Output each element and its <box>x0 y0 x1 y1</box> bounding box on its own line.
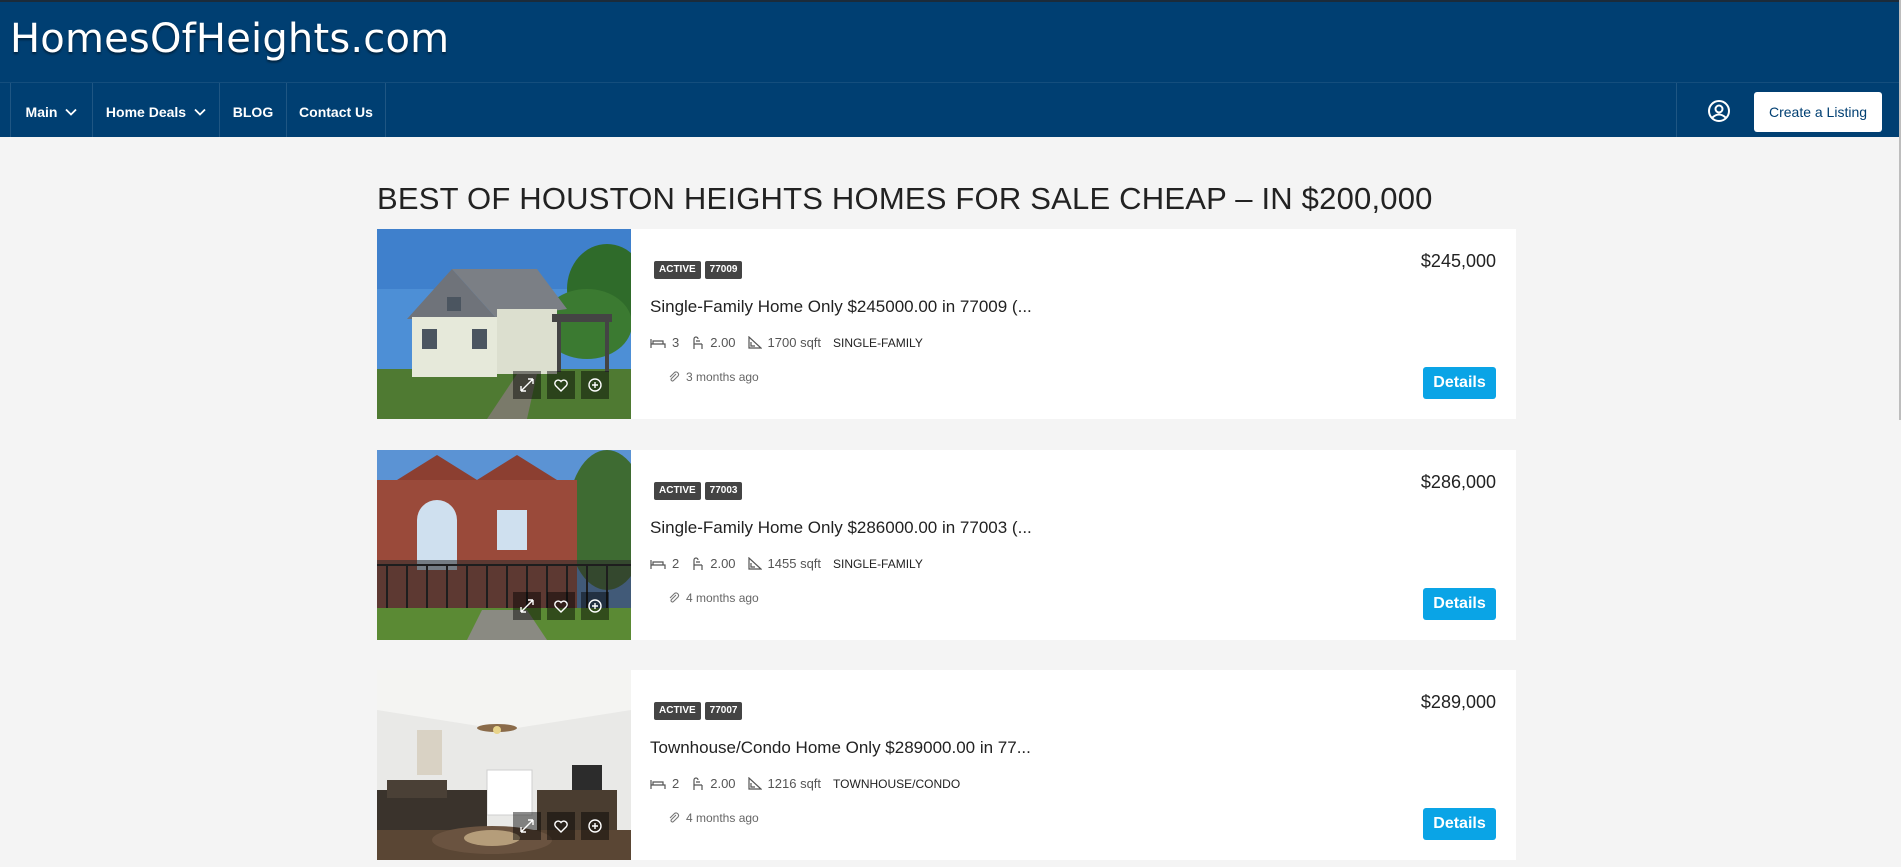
paperclip-icon <box>669 812 680 823</box>
zip-badge[interactable]: 77003 <box>704 482 743 500</box>
area-icon <box>747 557 762 570</box>
listing-title[interactable]: Single-Family Home Only $286000.00 in 77… <box>650 518 1032 538</box>
listing-badges: ACTIVE 77009 <box>654 261 743 279</box>
beds-value: 3 <box>672 335 680 350</box>
baths-spec: 2.00 <box>691 776 736 791</box>
status-badge: ACTIVE <box>654 261 701 279</box>
listing-specs: 2 2.00 1216 sqft TOWNHOUSE/CONDO <box>650 776 960 791</box>
nav-item-blog[interactable]: BLOG <box>220 83 287 140</box>
bed-icon <box>650 338 666 348</box>
baths-value: 2.00 <box>710 335 736 350</box>
area-spec: 1455 sqft <box>747 556 822 571</box>
heart-icon[interactable] <box>547 592 575 620</box>
baths-spec: 2.00 <box>691 556 736 571</box>
listing-badges: ACTIVE 77007 <box>654 702 743 720</box>
listing-card: ACTIVE 77003 Single-Family Home Only $28… <box>377 450 1516 640</box>
posted-time: 3 months ago <box>668 370 759 384</box>
baths-value: 2.00 <box>710 556 736 571</box>
listing-price: $286,000 <box>1420 472 1496 492</box>
user-circle-icon[interactable] <box>1705 97 1733 125</box>
listing-card: ACTIVE 77007 Townhouse/Condo Home Only $… <box>377 670 1516 860</box>
details-button[interactable]: Details <box>1423 588 1496 620</box>
property-type: TOWNHOUSE/CONDO <box>833 776 961 791</box>
photo-actions <box>513 371 609 399</box>
posted-time-text: 3 months ago <box>686 370 759 384</box>
expand-icon[interactable] <box>513 371 541 399</box>
bath-icon <box>693 776 703 790</box>
area-icon <box>747 777 762 790</box>
listing-photo[interactable] <box>377 670 631 860</box>
photo-actions <box>513 812 609 840</box>
area-value: 1455 sqft <box>767 556 822 571</box>
nav-divider <box>1676 83 1677 140</box>
area-spec: 1700 sqft <box>747 335 822 350</box>
baths-spec: 2.00 <box>691 335 736 350</box>
bed-icon <box>650 779 666 789</box>
listing-price: $245,000 <box>1420 251 1496 271</box>
bath-icon <box>693 335 703 349</box>
paperclip-icon <box>669 592 680 603</box>
zip-badge[interactable]: 77009 <box>704 261 743 279</box>
listing-badges: ACTIVE 77003 <box>654 482 743 500</box>
property-type: SINGLE-FAMILY <box>833 335 923 350</box>
plus-circle-icon[interactable] <box>581 592 609 620</box>
expand-icon[interactable] <box>513 812 541 840</box>
plus-circle-icon[interactable] <box>581 371 609 399</box>
paperclip-icon <box>669 371 680 382</box>
heart-icon[interactable] <box>547 371 575 399</box>
plus-circle-icon[interactable] <box>581 812 609 840</box>
area-spec: 1216 sqft <box>747 776 822 791</box>
baths-value: 2.00 <box>710 776 736 791</box>
bed-icon <box>650 559 666 569</box>
status-badge: ACTIVE <box>654 482 701 500</box>
nav-item-main[interactable]: Main <box>11 83 93 140</box>
property-type: SINGLE-FAMILY <box>833 556 923 571</box>
bath-icon <box>693 556 703 570</box>
listing-title[interactable]: Townhouse/Condo Home Only $289000.00 in … <box>650 738 1031 758</box>
page-title: BEST OF HOUSTON HEIGHTS HOMES FOR SALE C… <box>377 181 1433 216</box>
beds-spec: 2 <box>650 556 679 571</box>
photo-actions <box>513 592 609 620</box>
main-nav: Main Home Deals BLOG Contact Us <box>0 82 1901 140</box>
beds-spec: 3 <box>650 335 679 350</box>
zip-badge[interactable]: 77007 <box>704 702 743 720</box>
nav-item-home-deals[interactable]: Home Deals <box>93 83 220 140</box>
details-button[interactable]: Details <box>1423 367 1496 399</box>
listing-photo[interactable] <box>377 229 631 419</box>
chevron-down-icon <box>65 108 78 116</box>
nav-item-contact-us[interactable]: Contact Us <box>287 83 386 140</box>
beds-value: 2 <box>672 556 680 571</box>
area-icon <box>747 336 762 349</box>
posted-time: 4 months ago <box>668 811 759 825</box>
posted-time-text: 4 months ago <box>686 591 759 605</box>
area-value: 1216 sqft <box>767 776 822 791</box>
heart-icon[interactable] <box>547 812 575 840</box>
nav-item-home-deals-label: Home Deals <box>105 103 187 120</box>
status-badge: ACTIVE <box>654 702 701 720</box>
listing-price: $289,000 <box>1420 692 1496 712</box>
posted-time: 4 months ago <box>668 591 759 605</box>
expand-icon[interactable] <box>513 592 541 620</box>
nav-item-blog-label: BLOG <box>232 103 274 120</box>
beds-value: 2 <box>672 776 680 791</box>
nav-item-contact-us-label: Contact Us <box>299 103 373 120</box>
create-listing-button[interactable]: Create a Listing <box>1754 92 1882 132</box>
beds-spec: 2 <box>650 776 679 791</box>
listing-card: ACTIVE 77009 Single-Family Home Only $24… <box>377 229 1516 419</box>
listing-specs: 3 2.00 1700 sqft SINGLE-FAMILY <box>650 335 923 350</box>
site-logo[interactable]: HomesOfHeights.com <box>10 16 449 62</box>
listing-title[interactable]: Single-Family Home Only $245000.00 in 77… <box>650 297 1032 317</box>
site-header: HomesOfHeights.com Main Home Deals BLOG … <box>0 0 1901 140</box>
nav-item-main-label: Main <box>25 103 58 120</box>
details-button[interactable]: Details <box>1423 808 1496 840</box>
posted-time-text: 4 months ago <box>686 811 759 825</box>
listing-photo[interactable] <box>377 450 631 640</box>
area-value: 1700 sqft <box>767 335 822 350</box>
listing-specs: 2 2.00 1455 sqft SINGLE-FAMILY <box>650 556 923 571</box>
chevron-down-icon <box>194 108 206 116</box>
